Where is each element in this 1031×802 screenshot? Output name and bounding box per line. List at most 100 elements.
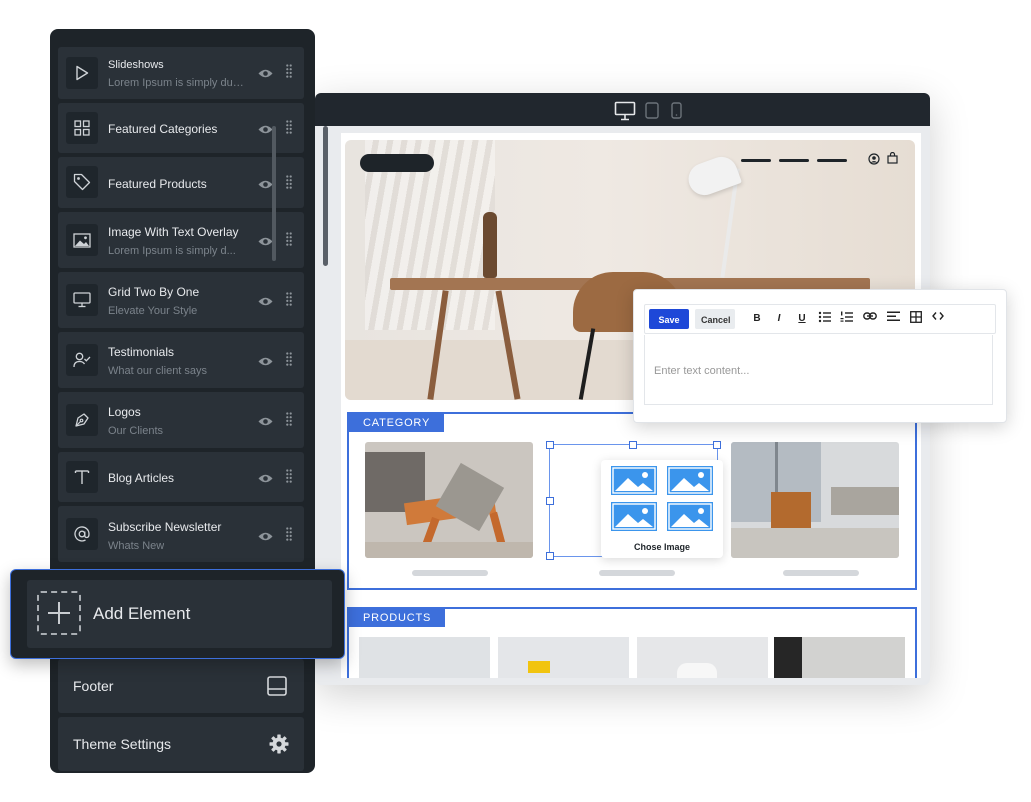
footer-label: Footer — [73, 678, 114, 694]
align-left-icon[interactable] — [885, 311, 901, 327]
sidebar-item-grid-two-by-one[interactable]: Grid Two By One Elevate Your Style — [58, 272, 304, 328]
tablet-device-icon[interactable] — [645, 102, 659, 124]
drag-handle-icon[interactable] — [286, 292, 292, 311]
chair-seat — [771, 492, 811, 528]
drag-handle-icon[interactable] — [286, 412, 292, 431]
sidebar-item-subtitle: Lorem Ipsum is simply dum... — [108, 77, 244, 89]
product-card-image[interactable] — [637, 637, 768, 678]
sidebar-item-theme-settings[interactable]: Theme Settings — [58, 717, 304, 771]
choose-image-card[interactable]: Chose Image — [601, 460, 723, 558]
preview-scrollbar[interactable] — [323, 126, 328, 266]
sidebar-item-featured-categories[interactable]: Featured Categories — [58, 103, 304, 153]
sidebar-item-testimonials[interactable]: Testimonials What our client says — [58, 332, 304, 388]
text-content-input[interactable]: Enter text content... — [644, 335, 993, 405]
drag-handle-icon[interactable] — [286, 469, 292, 488]
numbered-list-icon[interactable] — [839, 311, 855, 327]
category-card-image[interactable] — [731, 442, 899, 558]
mobile-device-icon[interactable] — [671, 102, 682, 124]
table-icon[interactable] — [908, 311, 924, 327]
add-plus-icon — [37, 591, 81, 635]
resize-handle[interactable] — [546, 441, 554, 449]
link-icon[interactable] — [862, 311, 878, 327]
underline-button[interactable]: U — [794, 311, 810, 327]
footer-layout-icon — [267, 676, 287, 701]
add-element-inner: Add Element — [27, 580, 332, 648]
nav-link-placeholder — [779, 159, 809, 162]
product-card-image[interactable] — [498, 637, 629, 678]
resize-handle[interactable] — [546, 497, 554, 505]
product-card-image[interactable] — [359, 637, 490, 678]
image-placeholder-icon — [611, 502, 657, 531]
visibility-eye-icon[interactable] — [258, 122, 273, 140]
sidebar-item-subtitle: Lorem Ipsum is simply d... — [108, 245, 236, 257]
add-element-button[interactable]: Add Element — [10, 569, 345, 659]
visibility-eye-icon[interactable] — [258, 177, 273, 195]
products-section[interactable]: PRODUCTS — [347, 607, 917, 678]
visibility-eye-icon[interactable] — [258, 66, 273, 84]
drag-handle-icon[interactable] — [286, 175, 292, 194]
sidebar-item-subscribe-newsletter[interactable]: Subscribe Newsletter Whats New — [58, 506, 304, 562]
device-toolbar — [315, 93, 930, 126]
editor-toolbar: Save Cancel B I U — [644, 304, 996, 334]
choose-image-label: Chose Image — [633, 542, 691, 552]
category-name-placeholder — [599, 570, 675, 576]
drag-handle-icon[interactable] — [286, 120, 292, 139]
visibility-eye-icon[interactable] — [258, 529, 273, 547]
drag-handle-icon[interactable] — [286, 352, 292, 371]
drag-handle-icon[interactable] — [286, 527, 292, 546]
resize-handle[interactable] — [546, 552, 554, 560]
at-sign-icon — [66, 518, 98, 550]
user-check-icon — [66, 344, 98, 376]
add-element-label: Add Element — [93, 604, 191, 623]
tag-icon — [66, 166, 98, 198]
sidebar-item-image-with-text-overlay[interactable]: Image With Text Overlay Lorem Ipsum is s… — [58, 212, 304, 268]
sidebar-item-featured-products[interactable]: Featured Products — [58, 157, 304, 208]
pen-tool-icon — [66, 404, 98, 436]
theme-settings-label: Theme Settings — [73, 736, 172, 752]
save-button[interactable]: Save — [649, 309, 689, 329]
sidebar-item-footer[interactable]: Footer — [58, 659, 304, 713]
italic-button[interactable]: I — [771, 311, 787, 327]
code-icon[interactable] — [930, 311, 946, 327]
floor-shape — [365, 542, 533, 558]
sidebar-item-blog-articles[interactable]: Blog Articles — [58, 452, 304, 502]
visibility-eye-icon[interactable] — [258, 414, 273, 432]
sidebar-item-title: Image With Text Overlay — [108, 225, 239, 239]
account-icon — [868, 152, 880, 170]
sidebar-item-slideshows[interactable]: Slideshows Lorem Ipsum is simply dum... — [58, 47, 304, 99]
category-name-placeholder — [412, 570, 488, 576]
drag-handle-icon[interactable] — [286, 64, 292, 83]
category-section-tag: CATEGORY — [349, 414, 445, 432]
sidebar-item-title: Logos — [108, 405, 141, 419]
play-icon — [66, 57, 98, 89]
sidebar-item-subtitle: Elevate Your Style — [108, 305, 198, 317]
visibility-eye-icon[interactable] — [258, 471, 273, 489]
visibility-eye-icon[interactable] — [258, 294, 273, 312]
product-card-image[interactable] — [774, 637, 905, 678]
sidebar-item-logos[interactable]: Logos Our Clients — [58, 392, 304, 448]
bold-button[interactable]: B — [749, 311, 765, 327]
cancel-button[interactable]: Cancel — [695, 309, 735, 329]
resize-handle[interactable] — [713, 441, 721, 449]
lamp-shape — [528, 661, 550, 673]
hero-vase — [483, 212, 497, 278]
text-type-icon — [66, 461, 98, 493]
sidebar-scrollbar[interactable] — [272, 126, 276, 261]
bullet-list-icon[interactable] — [817, 311, 833, 327]
visibility-eye-icon[interactable] — [258, 354, 273, 372]
image-placeholder-icon — [667, 466, 713, 495]
sidebar-item-subtitle: Whats New — [108, 540, 165, 552]
sofa-shape — [831, 487, 899, 515]
cart-icon — [887, 151, 898, 169]
resize-handle[interactable] — [629, 441, 637, 449]
category-card-image[interactable] — [365, 442, 533, 558]
sidebar-item-subtitle: Our Clients — [108, 425, 164, 437]
sidebar-item-title: Featured Categories — [108, 122, 218, 136]
visibility-eye-icon[interactable] — [258, 234, 273, 252]
gear-icon — [269, 734, 289, 759]
drag-handle-icon[interactable] — [286, 232, 292, 251]
category-name-placeholder — [783, 570, 859, 576]
desktop-device-icon[interactable] — [614, 101, 636, 126]
category-section[interactable]: CATEGORY Chose Image — [347, 412, 917, 590]
products-section-tag: PRODUCTS — [349, 609, 446, 627]
